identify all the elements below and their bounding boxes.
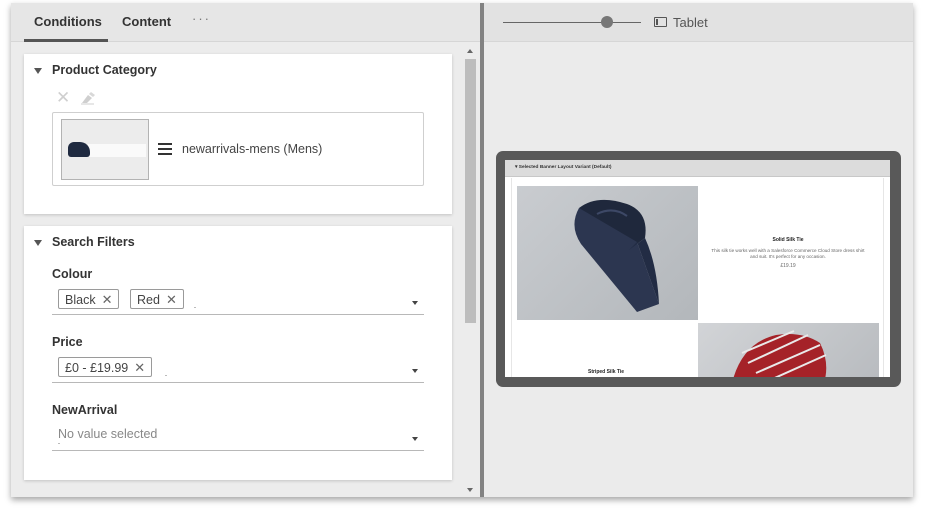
price-select[interactable]: £0 - £19.99 ✕ [52,355,424,383]
device-label[interactable]: Tablet [673,15,708,30]
chip-red[interactable]: Red ✕ [130,289,184,309]
preview-panel: Tablet ▾ Selected Banner Layout Variant … [484,3,913,497]
dropdown-arrow-icon[interactable] [412,437,418,441]
left-panel-scrollbar[interactable] [463,44,478,497]
new-arrival-select[interactable]: No value selected [52,423,424,451]
product-tile-solid-silk-tie[interactable]: Solid Silk Tie This silk tie works well … [708,237,868,269]
caret-down-icon[interactable] [34,68,42,74]
product-category-item[interactable]: newarrivals-mens (Mens) [52,112,424,186]
dropdown-arrow-icon[interactable] [412,369,418,373]
scroll-thumb[interactable] [465,59,476,323]
tab-content[interactable]: Content [122,14,171,29]
colour-select[interactable]: Black ✕ Red ✕ [52,287,424,315]
close-icon[interactable]: ✕ [166,292,177,307]
tab-bar: Conditions Content ··· [11,3,480,42]
colour-label: Colour [52,267,93,281]
product-category-title[interactable]: Product Category [52,63,157,77]
banner-layout: Solid Silk Tie This silk tie works well … [511,178,884,377]
dropdown-arrow-icon[interactable] [412,301,418,305]
preview-toolbar: Tablet [484,3,913,42]
close-icon[interactable]: ✕ [102,292,113,307]
search-filters-card: Search Filters Colour Black ✕ Red ✕ Price … [24,226,452,480]
price-label: Price [52,335,83,349]
layout-variant-header[interactable]: ▾ Selected Banner Layout Variant (Defaul… [505,160,890,177]
striped-silk-tie-image[interactable] [698,323,879,377]
viewport-slider-track[interactable] [503,22,641,23]
tablet-icon[interactable] [654,17,667,27]
left-panel: Conditions Content ··· Product Category … [11,3,480,497]
hamburger-icon[interactable] [158,143,172,158]
product-category-card: Product Category ✕ newarrivals-mens (Men… [24,54,452,214]
scroll-down-arrow-icon[interactable] [467,488,473,492]
tab-conditions[interactable]: Conditions [34,14,102,29]
solid-silk-tie-image[interactable] [517,186,698,320]
search-filters-title[interactable]: Search Filters [52,235,135,249]
close-icon[interactable]: ✕ [56,89,70,106]
new-arrival-placeholder: No value selected [58,427,158,441]
chip-price-range[interactable]: £0 - £19.99 ✕ [58,357,153,377]
viewport-slider-knob[interactable] [601,16,613,28]
eraser-icon[interactable] [80,91,96,105]
more-tabs-button[interactable]: ··· [192,11,211,26]
product-tile-striped-silk-tie[interactable]: Striped Silk Tie [526,369,686,375]
tablet-device-frame: ▾ Selected Banner Layout Variant (Defaul… [496,151,901,387]
chip-black[interactable]: Black ✕ [58,289,120,309]
new-arrival-label: NewArrival [52,403,118,417]
close-icon[interactable]: ✕ [134,360,145,375]
tablet-screen: ▾ Selected Banner Layout Variant (Defaul… [505,160,890,377]
active-tab-indicator [24,39,108,42]
scroll-up-arrow-icon[interactable] [467,49,473,53]
category-thumbnail [61,119,149,180]
category-item-label: newarrivals-mens (Mens) [182,142,323,156]
page-designer-window: Conditions Content ··· Product Category … [11,3,913,497]
caret-down-icon[interactable] [34,240,42,246]
